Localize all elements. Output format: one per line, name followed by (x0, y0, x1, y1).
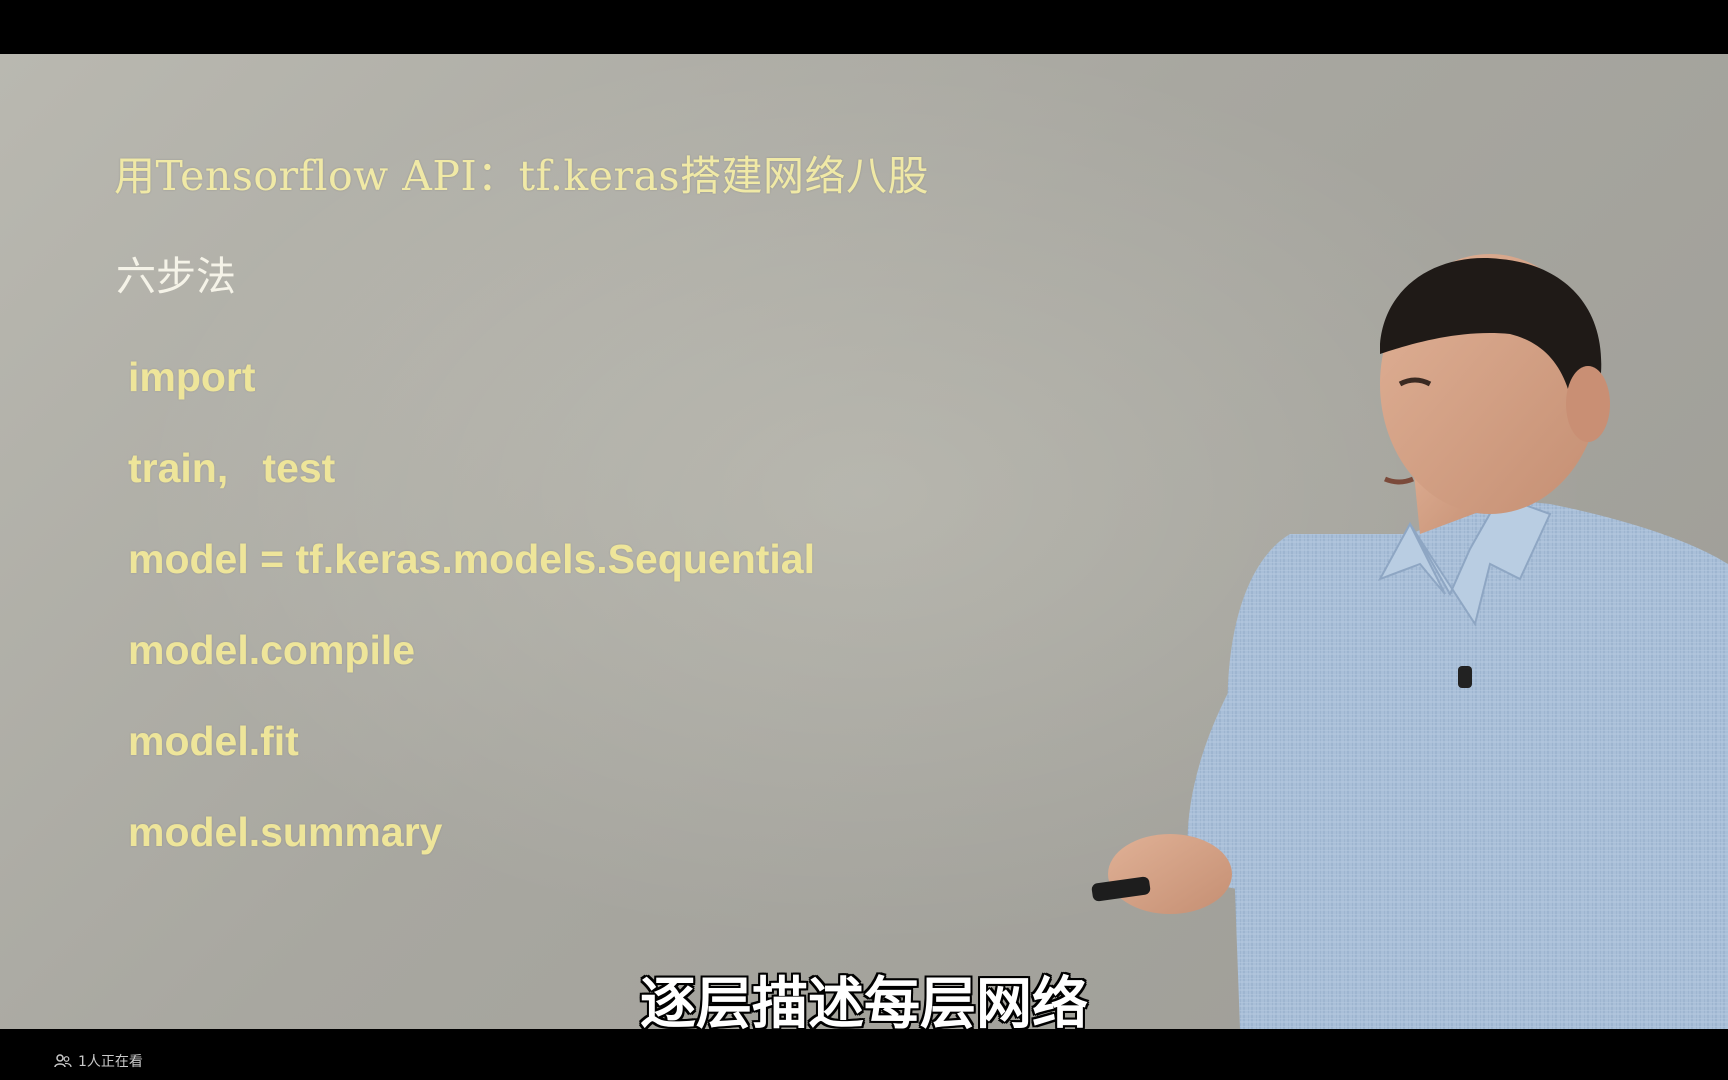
step-item: model.summary (128, 809, 443, 855)
subtitle-caption: 逐层描述每层网络 (640, 972, 1088, 1029)
player-bottom-bar: 1人正在看 (0, 1029, 1728, 1080)
video-player-page: 用Tensorflow API：tf.keras搭建网络八股 六步法 impor… (0, 0, 1728, 1080)
step-item: model.compile (128, 627, 416, 673)
step-item: model = tf.keras.models.Sequential (128, 536, 815, 582)
step-item: import (128, 354, 256, 400)
slide-title: 用Tensorflow API：tf.keras搭建网络八股 (114, 152, 930, 200)
step-list: import train, test model = tf.keras.mode… (128, 354, 815, 900)
slide-subtitle: 六步法 (116, 254, 236, 300)
people-icon (54, 1054, 72, 1068)
viewer-count: 1人正在看 (54, 1051, 143, 1071)
viewer-count-text: 1人正在看 (78, 1054, 143, 1070)
video-frame[interactable]: 用Tensorflow API：tf.keras搭建网络八股 六步法 impor… (0, 54, 1728, 1029)
presenter-figure (1091, 254, 1728, 1029)
step-item: model.fit (128, 718, 299, 764)
step-item: train, test (128, 445, 336, 491)
